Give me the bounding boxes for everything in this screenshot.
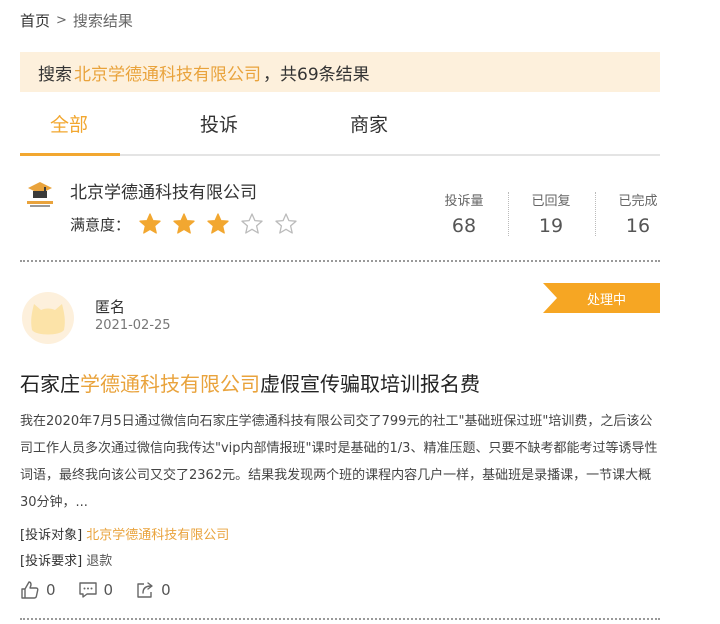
- comment-icon: [78, 582, 97, 598]
- stat-value: 16: [625, 215, 651, 237]
- stat-replied: 已回复 19: [519, 190, 583, 237]
- comment-count: 0: [103, 581, 114, 599]
- breadcrumb-separator: >: [56, 13, 67, 28]
- complaint-target: [投诉对象] 北京学德通科技有限公司: [20, 524, 229, 543]
- star-filled-icon: [207, 213, 229, 234]
- satisfaction-label: 满意度：: [70, 215, 131, 234]
- search-count: ，共69条结果: [263, 64, 370, 85]
- breadcrumb-current: 搜索结果: [72, 12, 133, 30]
- star-empty-icon: [275, 213, 297, 234]
- star-empty-icon: [241, 213, 263, 234]
- stat-complaints: 投诉量 68: [432, 190, 496, 237]
- result-tabs: 全部 投诉 商家: [20, 96, 660, 156]
- stat-label: 已完成: [618, 194, 658, 209]
- stat-label: 投诉量: [444, 194, 484, 209]
- like-count: 0: [46, 581, 56, 599]
- tab-all[interactable]: 全部: [50, 110, 88, 137]
- complaint-target-value[interactable]: 北京学德通科技有限公司: [86, 528, 229, 543]
- breadcrumb-home-link[interactable]: 首页: [20, 10, 50, 31]
- like-button[interactable]: 0: [20, 580, 56, 600]
- company-name[interactable]: 北京学德通科技有限公司: [70, 178, 257, 203]
- complaint-request-value: 退款: [86, 554, 113, 569]
- company-logo-icon: [24, 178, 56, 210]
- search-result-banner: 搜索 北京学德通科技有限公司 ，共69条结果: [20, 52, 660, 92]
- complaint-target-label: [投诉对象]: [20, 528, 83, 543]
- stat-value: 68: [451, 215, 477, 237]
- share-button[interactable]: 0: [135, 580, 171, 600]
- tab-complaints[interactable]: 投诉: [200, 110, 238, 137]
- share-count: 0: [161, 581, 171, 599]
- company-card[interactable]: 北京学德通科技有限公司 满意度： 投诉量 68 已回复 19 已完成 16: [20, 172, 660, 262]
- stat-divider: [595, 192, 596, 236]
- star-filled-icon: [173, 213, 195, 234]
- status-badge: 处理中: [543, 283, 660, 313]
- breadcrumb: 首页 > 搜索结果: [20, 10, 133, 31]
- stat-label: 已回复: [531, 194, 571, 209]
- rating-stars: [138, 212, 298, 236]
- stat-completed: 已完成 16: [606, 190, 670, 237]
- post-title[interactable]: 石家庄学德通科技有限公司虚假宣传骗取培训报名费: [20, 368, 480, 397]
- search-prefix: 搜索: [38, 64, 72, 85]
- post-body: 我在2020年7月5日通过微信向石家庄学德通科技有限公司交了799元的社工"基础…: [20, 414, 658, 510]
- active-tab-indicator: [20, 153, 120, 156]
- share-icon: [137, 582, 153, 598]
- stat-divider: [508, 192, 509, 236]
- tab-merchants[interactable]: 商家: [350, 110, 388, 137]
- search-keyword: 北京学德通科技有限公司: [74, 64, 261, 85]
- post-date: 2021-02-25: [95, 318, 171, 333]
- satisfaction-rating: 满意度：: [70, 212, 298, 236]
- title-prefix: 石家庄: [20, 372, 80, 396]
- thumbs-up-icon: [21, 581, 39, 599]
- divider: [20, 618, 660, 620]
- complaint-request: [投诉要求] 退款: [20, 550, 112, 569]
- star-filled-icon: [139, 213, 161, 234]
- title-highlight: 学德通科技有限公司: [80, 372, 260, 396]
- stat-value: 19: [538, 215, 564, 237]
- post-actions: 0 0 0: [20, 580, 193, 600]
- comment-button[interactable]: 0: [78, 580, 114, 600]
- post-author: 匿名: [95, 298, 126, 316]
- avatar-cat-icon: [22, 292, 74, 344]
- title-suffix: 虚假宣传骗取培训报名费: [260, 372, 480, 396]
- complaint-request-label: [投诉要求]: [20, 554, 83, 569]
